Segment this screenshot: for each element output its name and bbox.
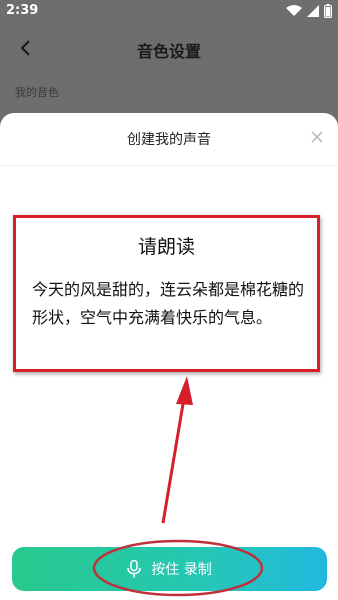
signal-icon [307, 5, 319, 17]
status-icons [286, 4, 332, 18]
page-title: 音色设置 [136, 42, 201, 61]
page-header: 音色设置 [0, 24, 338, 72]
battery-icon [324, 4, 332, 18]
prompt-title: 请朗读 [137, 236, 195, 258]
annotation-ellipse [92, 539, 264, 597]
close-icon[interactable] [310, 130, 324, 144]
wifi-icon [286, 5, 302, 16]
section-label: 我的音色 [15, 86, 59, 99]
status-bar: 2:39 [0, 0, 338, 24]
divider [0, 165, 338, 166]
sheet-title: 创建我的声音 [127, 132, 211, 148]
status-time: 2:39 [6, 3, 39, 18]
create-voice-sheet: 创建我的声音 请朗读 今天的风是甜的，连云朵都是棉花糖的形状，空气中充满着快乐的… [0, 113, 338, 600]
prompt-text: 今天的风是甜的，连云朵都是棉花糖的形状，空气中充满着快乐的气息。 [32, 280, 305, 327]
reading-prompt-box: 请朗读 今天的风是甜的，连云朵都是棉花糖的形状，空气中充满着快乐的气息。 [13, 215, 320, 372]
